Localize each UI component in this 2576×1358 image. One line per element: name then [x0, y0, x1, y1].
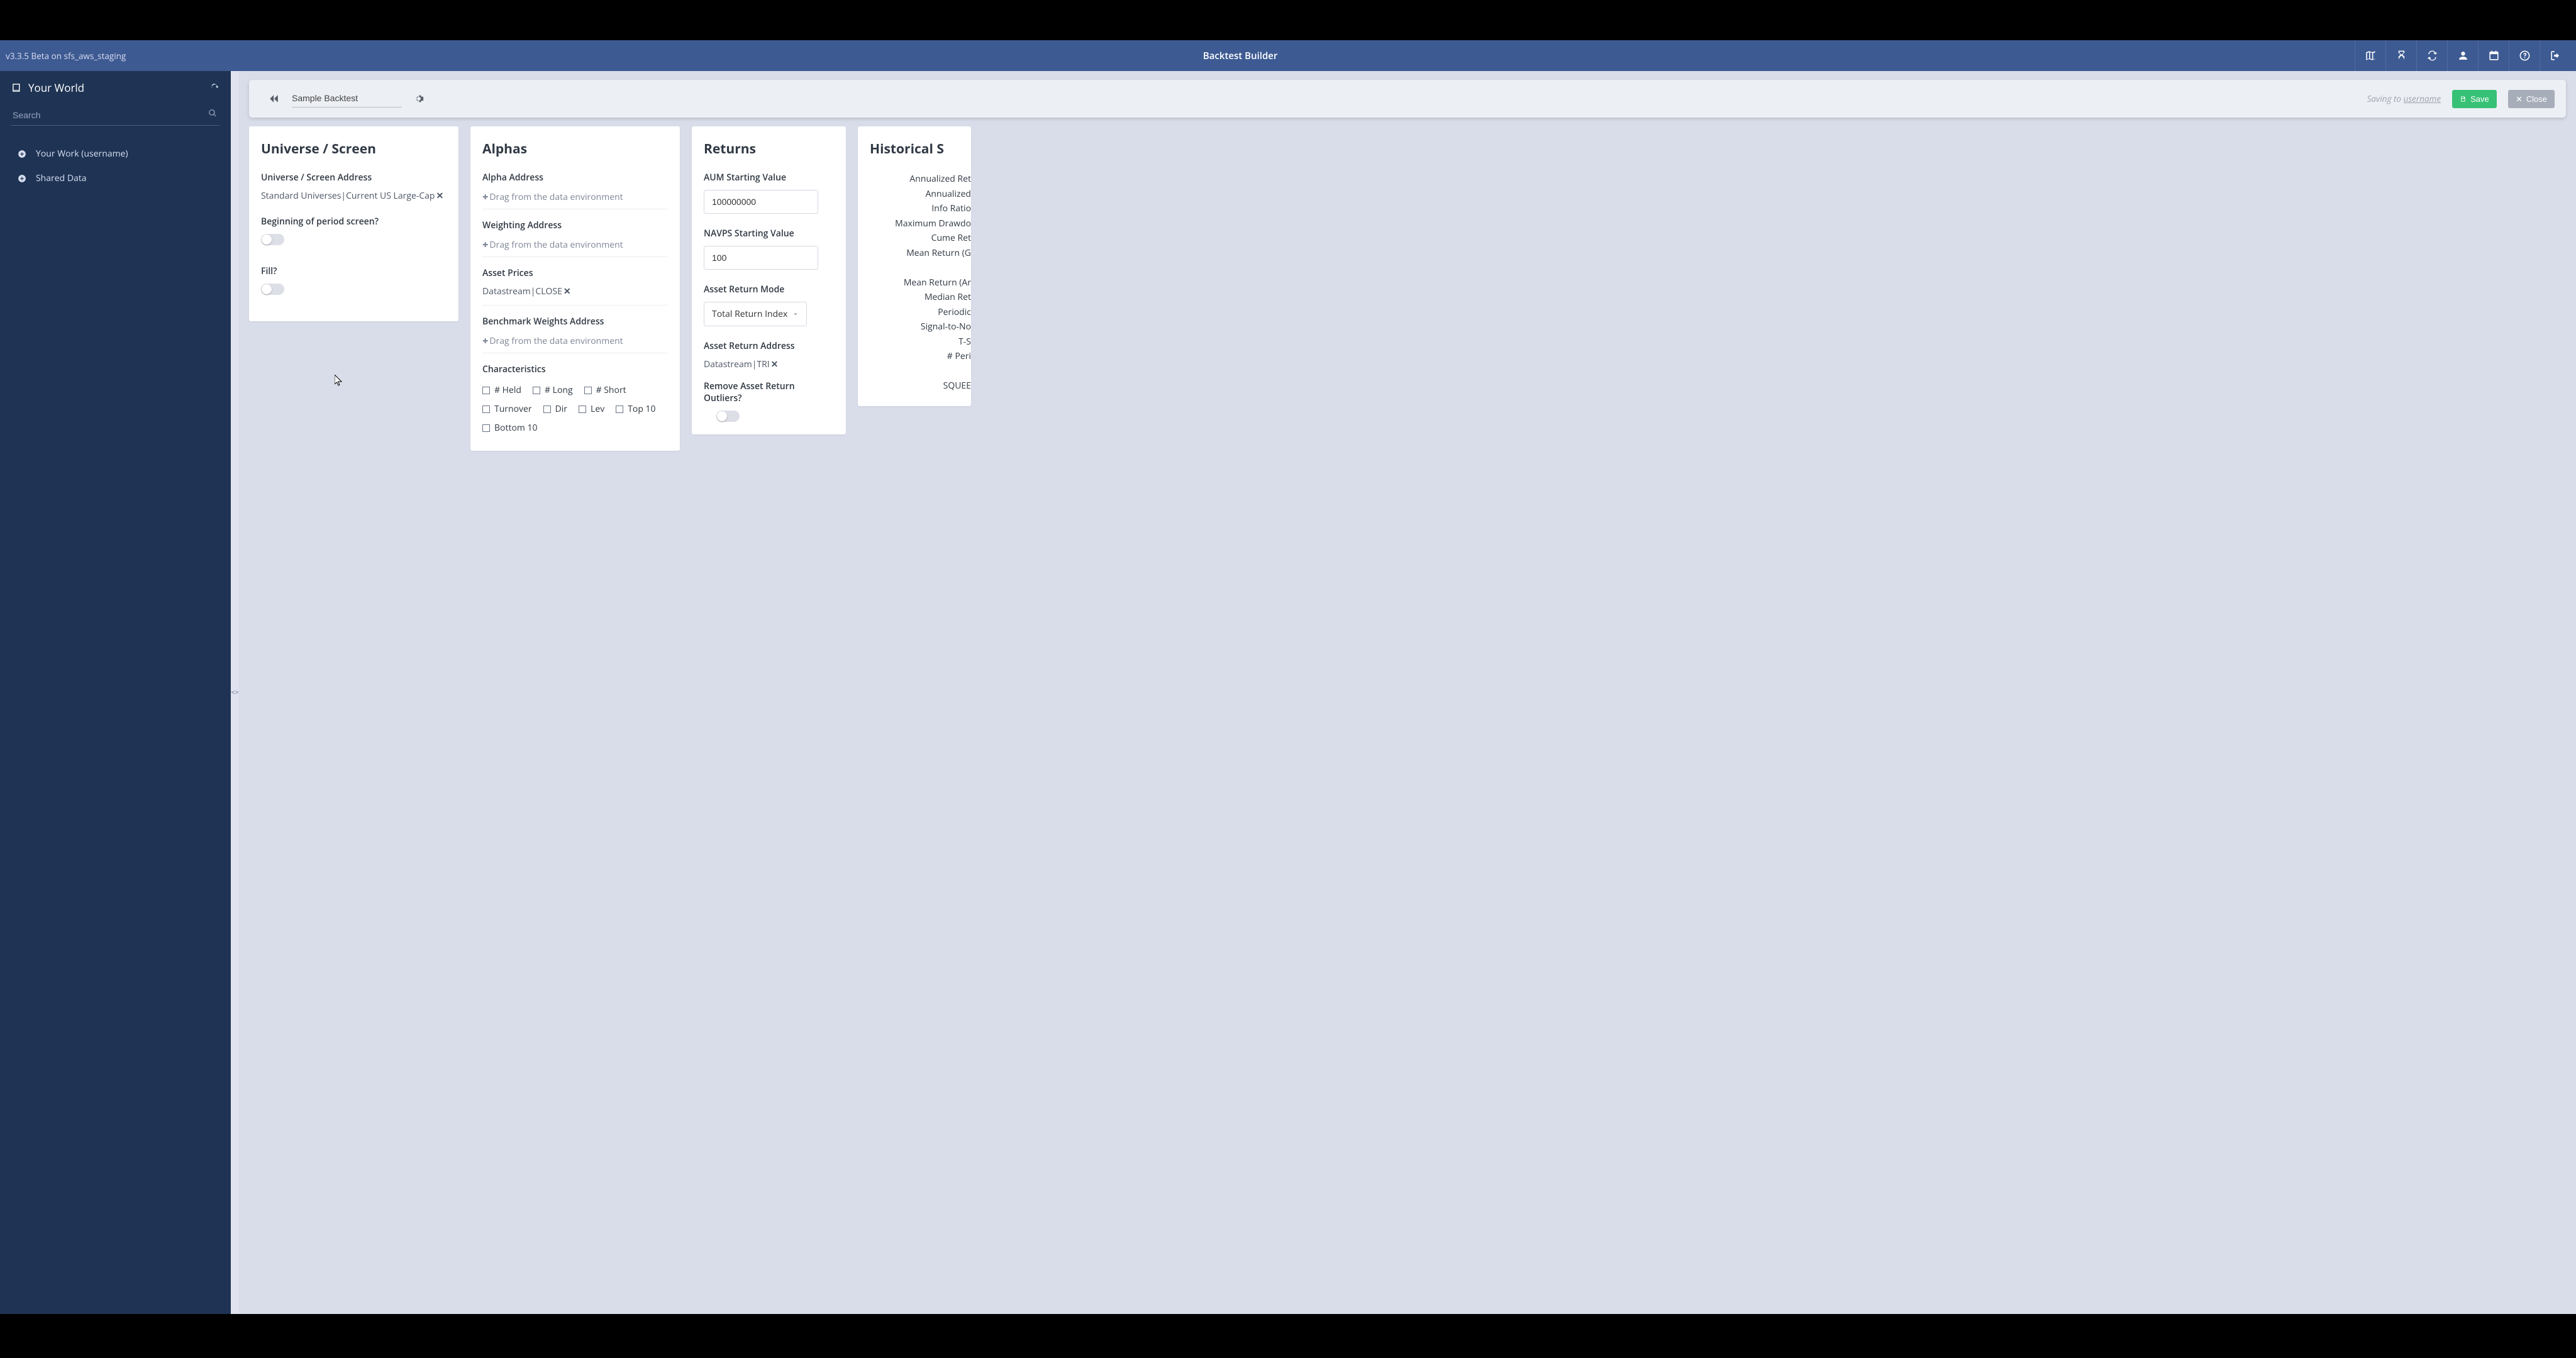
characteristic-checkbox[interactable]: # Long — [533, 382, 573, 399]
map-icon[interactable] — [2355, 40, 2385, 71]
asset-prices-value: Datastream|CLOSE✕ — [482, 285, 668, 297]
asset-return-address-value: Datastream|TRI✕ — [704, 358, 834, 370]
weighting-address-dropzone[interactable]: +Drag from the data environment — [482, 238, 668, 251]
characteristic-checkbox[interactable]: # Held — [482, 382, 521, 399]
sidebar: Your World Your Work (username) Shared D… — [0, 71, 231, 1314]
plus-circle-icon — [18, 150, 26, 158]
characteristic-checkbox[interactable]: # Short — [584, 382, 626, 399]
page-title: Backtest Builder — [126, 50, 2355, 62]
historical-stat-item: Signal-to-No — [870, 319, 971, 334]
characteristic-checkbox[interactable]: Bottom 10 — [482, 419, 537, 437]
characteristic-checkbox[interactable]: Top 10 — [616, 400, 655, 418]
card-returns: Returns AUM Starting Value NAVPS Startin… — [692, 126, 846, 434]
save-icon — [2460, 96, 2467, 102]
refresh-global-icon[interactable] — [2416, 40, 2447, 71]
sidebar-item-shared-data[interactable]: Shared Data — [11, 166, 219, 190]
sidebar-item-your-work[interactable]: Your Work (username) — [11, 141, 219, 166]
historical-stat-item: Median Ret — [870, 290, 971, 305]
historical-stat-item: Annualized — [870, 187, 971, 202]
historical-stat-item: # Peri — [870, 349, 971, 364]
backtest-toolbar: Saving to username Save Close — [249, 80, 2566, 118]
navps-input[interactable] — [704, 246, 818, 270]
close-icon — [2516, 96, 2523, 102]
field-label: Asset Return Mode — [704, 284, 834, 295]
field-label: AUM Starting Value — [704, 172, 834, 184]
historical-stat-item — [870, 260, 971, 275]
historical-stat-item: Annualized Ret — [870, 172, 971, 187]
search-icon — [208, 109, 217, 118]
card-title: Universe / Screen — [261, 140, 447, 158]
field-label: Fill? — [261, 265, 447, 277]
sidebar-splitter[interactable]: <> — [231, 71, 239, 1314]
historical-stat-item: Periodic — [870, 305, 971, 320]
historical-stat-item: Cume Ret — [870, 231, 971, 246]
hourglass-icon[interactable] — [2385, 40, 2416, 71]
aum-input[interactable] — [704, 190, 818, 214]
calendar-icon[interactable] — [2478, 40, 2509, 71]
field-label: Alpha Address — [482, 172, 668, 184]
card-title: Alphas — [482, 140, 668, 158]
app-header: v3.3.5 Beta on sfs_aws_staging Backtest … — [0, 40, 2576, 71]
main-area: Saving to username Save Close Universe /… — [239, 71, 2576, 1314]
card-title: Returns — [704, 140, 834, 158]
clear-icon[interactable]: ✕ — [771, 358, 779, 370]
clear-icon[interactable]: ✕ — [436, 190, 443, 202]
search-input[interactable] — [11, 106, 219, 126]
field-label: Benchmark Weights Address — [482, 316, 668, 328]
historical-stat-item: T-S — [870, 334, 971, 350]
card-title: Historical S — [870, 140, 971, 158]
historical-stat-item: Mean Return (G — [870, 246, 971, 261]
user-icon[interactable] — [2447, 40, 2478, 71]
field-label: Characteristics — [482, 363, 668, 375]
fill-toggle[interactable] — [261, 284, 284, 295]
field-label: Asset Return Address — [704, 340, 834, 352]
historical-stat-item — [870, 364, 971, 379]
field-label: Asset Prices — [482, 267, 668, 279]
historical-stat-item: Info Ratio — [870, 201, 971, 216]
characteristic-checkbox[interactable]: Turnover — [482, 400, 532, 418]
save-button[interactable]: Save — [2452, 90, 2497, 108]
characteristics-checkbox-group: # Held # Long # Short Turnover Dir Lev Top 10 B… — [482, 382, 668, 438]
card-alphas: Alphas Alpha Address +Drag from the data… — [470, 126, 680, 451]
close-button[interactable]: Close — [2508, 90, 2555, 108]
historical-stat-item: SQUEE — [870, 378, 971, 394]
plus-circle-icon — [18, 174, 26, 183]
characteristic-checkbox[interactable]: Dir — [543, 400, 567, 418]
beginning-period-toggle[interactable] — [261, 234, 284, 245]
alpha-address-dropzone[interactable]: +Drag from the data environment — [482, 190, 668, 204]
universe-address-value: Standard Universes|Current US Large-Cap✕ — [261, 190, 447, 202]
sidebar-title: Your World — [28, 80, 204, 95]
logout-icon[interactable] — [2540, 40, 2570, 71]
remove-outliers-toggle[interactable] — [716, 411, 740, 422]
field-label: Beginning of period screen? — [261, 216, 447, 228]
historical-stats-list: Annualized RetAnnualizedInfo RatioMaximu… — [870, 172, 971, 394]
field-label: Weighting Address — [482, 219, 668, 231]
asset-return-mode-select[interactable]: Total Return Index — [704, 302, 807, 326]
chevron-down-icon — [792, 311, 799, 317]
gear-icon[interactable] — [413, 93, 425, 104]
book-icon — [11, 82, 22, 93]
help-icon[interactable] — [2509, 40, 2540, 71]
field-label: NAVPS Starting Value — [704, 228, 834, 240]
tree-label: Shared Data — [36, 172, 87, 184]
backtest-name-input[interactable] — [292, 91, 402, 108]
tree-label: Your Work (username) — [36, 148, 128, 160]
card-universe: Universe / Screen Universe / Screen Addr… — [249, 126, 458, 321]
benchmark-weights-dropzone[interactable]: +Drag from the data environment — [482, 334, 668, 348]
characteristic-checkbox[interactable]: Lev — [579, 400, 604, 418]
clear-icon[interactable]: ✕ — [564, 285, 571, 297]
field-label: Universe / Screen Address — [261, 172, 447, 184]
card-historical: Historical S Annualized RetAnnualizedInf… — [858, 126, 971, 406]
version-text: v3.3.5 Beta on sfs_aws_staging — [6, 50, 126, 62]
historical-stat-item: Maximum Drawdo — [870, 216, 971, 231]
historical-stat-item: Mean Return (Ar — [870, 275, 971, 290]
field-label: Remove Asset Return Outliers? — [704, 380, 834, 404]
saving-status: Saving to username — [2367, 93, 2441, 104]
back-icon[interactable] — [268, 92, 280, 105]
refresh-icon[interactable] — [210, 83, 219, 92]
